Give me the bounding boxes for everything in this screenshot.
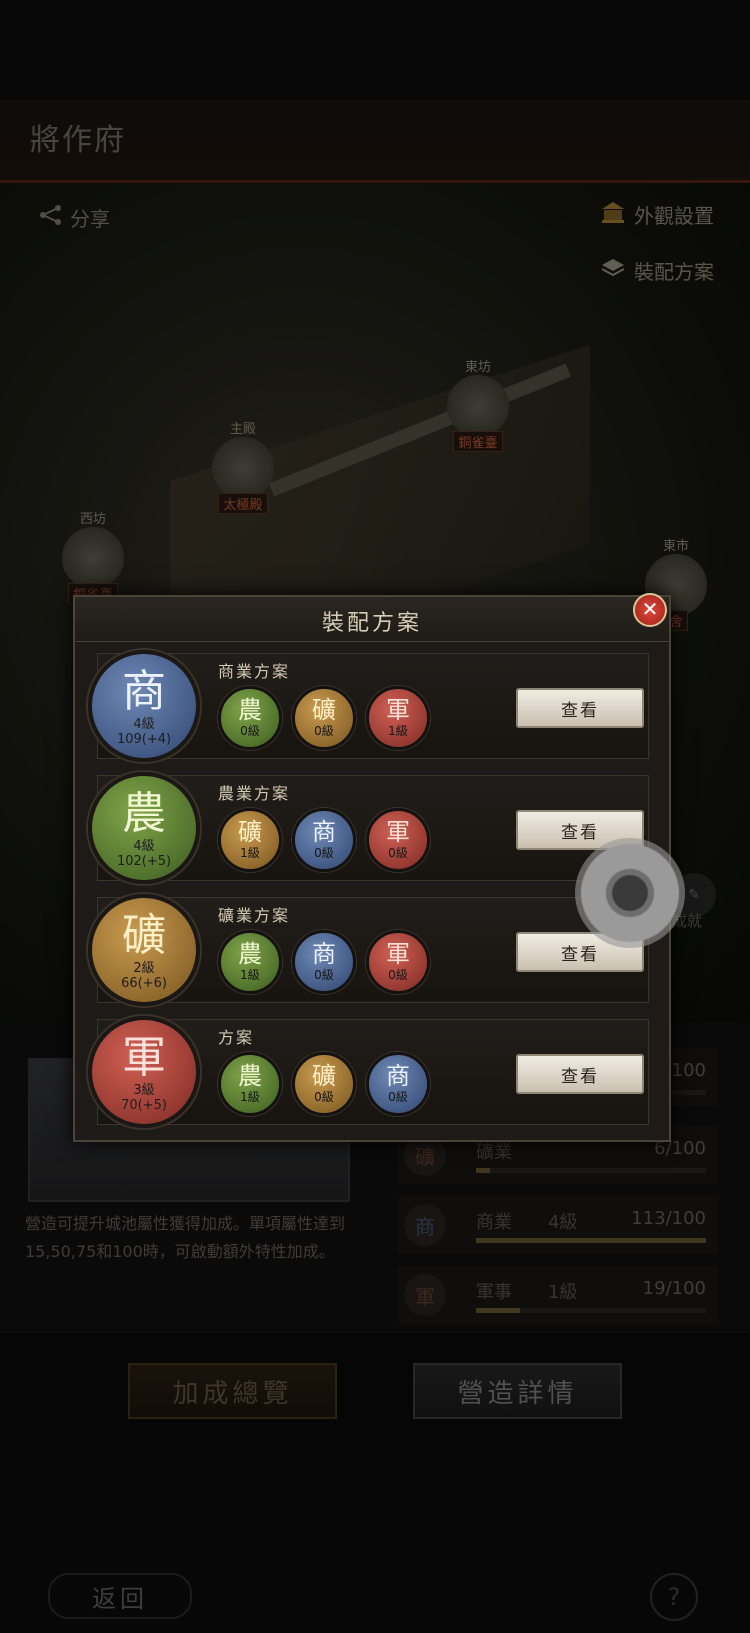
attribute-char: 農	[238, 696, 262, 724]
view-button[interactable]: 查看	[516, 688, 644, 728]
attribute-level: 4級	[133, 839, 155, 854]
sub-attribute-badge: 軍 0級	[366, 808, 430, 872]
attribute-level: 0級	[388, 968, 408, 982]
attribute-char: 礦	[122, 910, 166, 961]
main-attribute-badge: 農 4級 102(+5)	[88, 772, 200, 884]
dialog-title: 裝配方案	[321, 611, 422, 636]
sub-attribute-badge: 礦 1級	[218, 808, 282, 872]
attribute-char: 商	[312, 818, 336, 846]
close-icon[interactable]: ✕	[633, 593, 667, 627]
attribute-char: 礦	[238, 818, 262, 846]
attribute-level: 4級	[133, 717, 155, 732]
sub-attribute-badge: 商 0級	[366, 1052, 430, 1116]
attribute-char: 軍	[386, 818, 410, 846]
sub-attribute-badge: 軍 0級	[366, 930, 430, 994]
attribute-char: 農	[238, 940, 262, 968]
attribute-points: 66(+6)	[121, 976, 167, 991]
main-attribute-badge: 礦 2級 66(+6)	[88, 894, 200, 1006]
attribute-char: 礦	[312, 696, 336, 724]
sub-attribute-badge: 商 0級	[292, 930, 356, 994]
plan-card-military: 方案 軍 3級 70(+5) 農 1級 礦 0級 商 0級 查看	[88, 1016, 649, 1128]
sub-attribute-badge: 商 0級	[292, 808, 356, 872]
attribute-level: 2級	[133, 961, 155, 976]
attribute-level: 0級	[314, 968, 334, 982]
attribute-level: 1級	[388, 724, 408, 738]
plan-name: 方案	[218, 1028, 255, 1047]
view-button[interactable]: 查看	[516, 1054, 644, 1094]
attribute-level: 0級	[388, 1090, 408, 1104]
attribute-level: 3級	[133, 1083, 155, 1098]
attribute-char: 農	[238, 1062, 262, 1090]
attribute-char: 商	[122, 666, 166, 717]
sub-attribute-badge: 礦 0級	[292, 1052, 356, 1116]
sub-attribute-badge: 農 0級	[218, 686, 282, 750]
attribute-level: 1級	[240, 846, 260, 860]
sub-attribute-badge: 軍 1級	[366, 686, 430, 750]
attribute-level: 0級	[240, 724, 260, 738]
attribute-points: 70(+5)	[121, 1098, 167, 1113]
sub-attribute-badge: 農 1級	[218, 930, 282, 994]
attribute-level: 0級	[314, 846, 334, 860]
main-attribute-badge: 商 4級 109(+4)	[88, 650, 200, 762]
attribute-char: 礦	[312, 1062, 336, 1090]
attribute-char: 軍	[386, 696, 410, 724]
attribute-level: 0級	[314, 724, 334, 738]
attribute-char: 商	[312, 940, 336, 968]
plan-card-commerce: 商業方案 商 4級 109(+4) 農 0級 礦 0級 軍 1級 查看	[88, 650, 649, 762]
sub-attribute-badge: 礦 0級	[292, 686, 356, 750]
plan-card-mining: 礦業方案 礦 2級 66(+6) 農 1級 商 0級 軍 0級 查看	[88, 894, 649, 1006]
attribute-level: 0級	[388, 846, 408, 860]
attribute-char: 軍	[122, 1032, 166, 1083]
sub-attribute-badge: 農 1級	[218, 1052, 282, 1116]
attribute-points: 102(+5)	[116, 854, 172, 869]
plan-card-agriculture: 農業方案 農 4級 102(+5) 礦 1級 商 0級 軍 0級 查看	[88, 772, 649, 884]
attribute-level: 1級	[240, 968, 260, 982]
attribute-char: 農	[122, 788, 166, 839]
attribute-char: 軍	[386, 940, 410, 968]
floating-assist-ball[interactable]	[575, 838, 685, 948]
plan-name: 商業方案	[218, 662, 291, 681]
attribute-level: 0級	[314, 1090, 334, 1104]
attribute-points: 109(+4)	[116, 732, 172, 747]
dialog-header: 裝配方案	[75, 597, 669, 642]
attribute-char: 商	[386, 1062, 410, 1090]
plan-name: 農業方案	[218, 784, 291, 803]
plan-name: 礦業方案	[218, 906, 291, 925]
attribute-level: 1級	[240, 1090, 260, 1104]
main-attribute-badge: 軍 3級 70(+5)	[88, 1016, 200, 1128]
